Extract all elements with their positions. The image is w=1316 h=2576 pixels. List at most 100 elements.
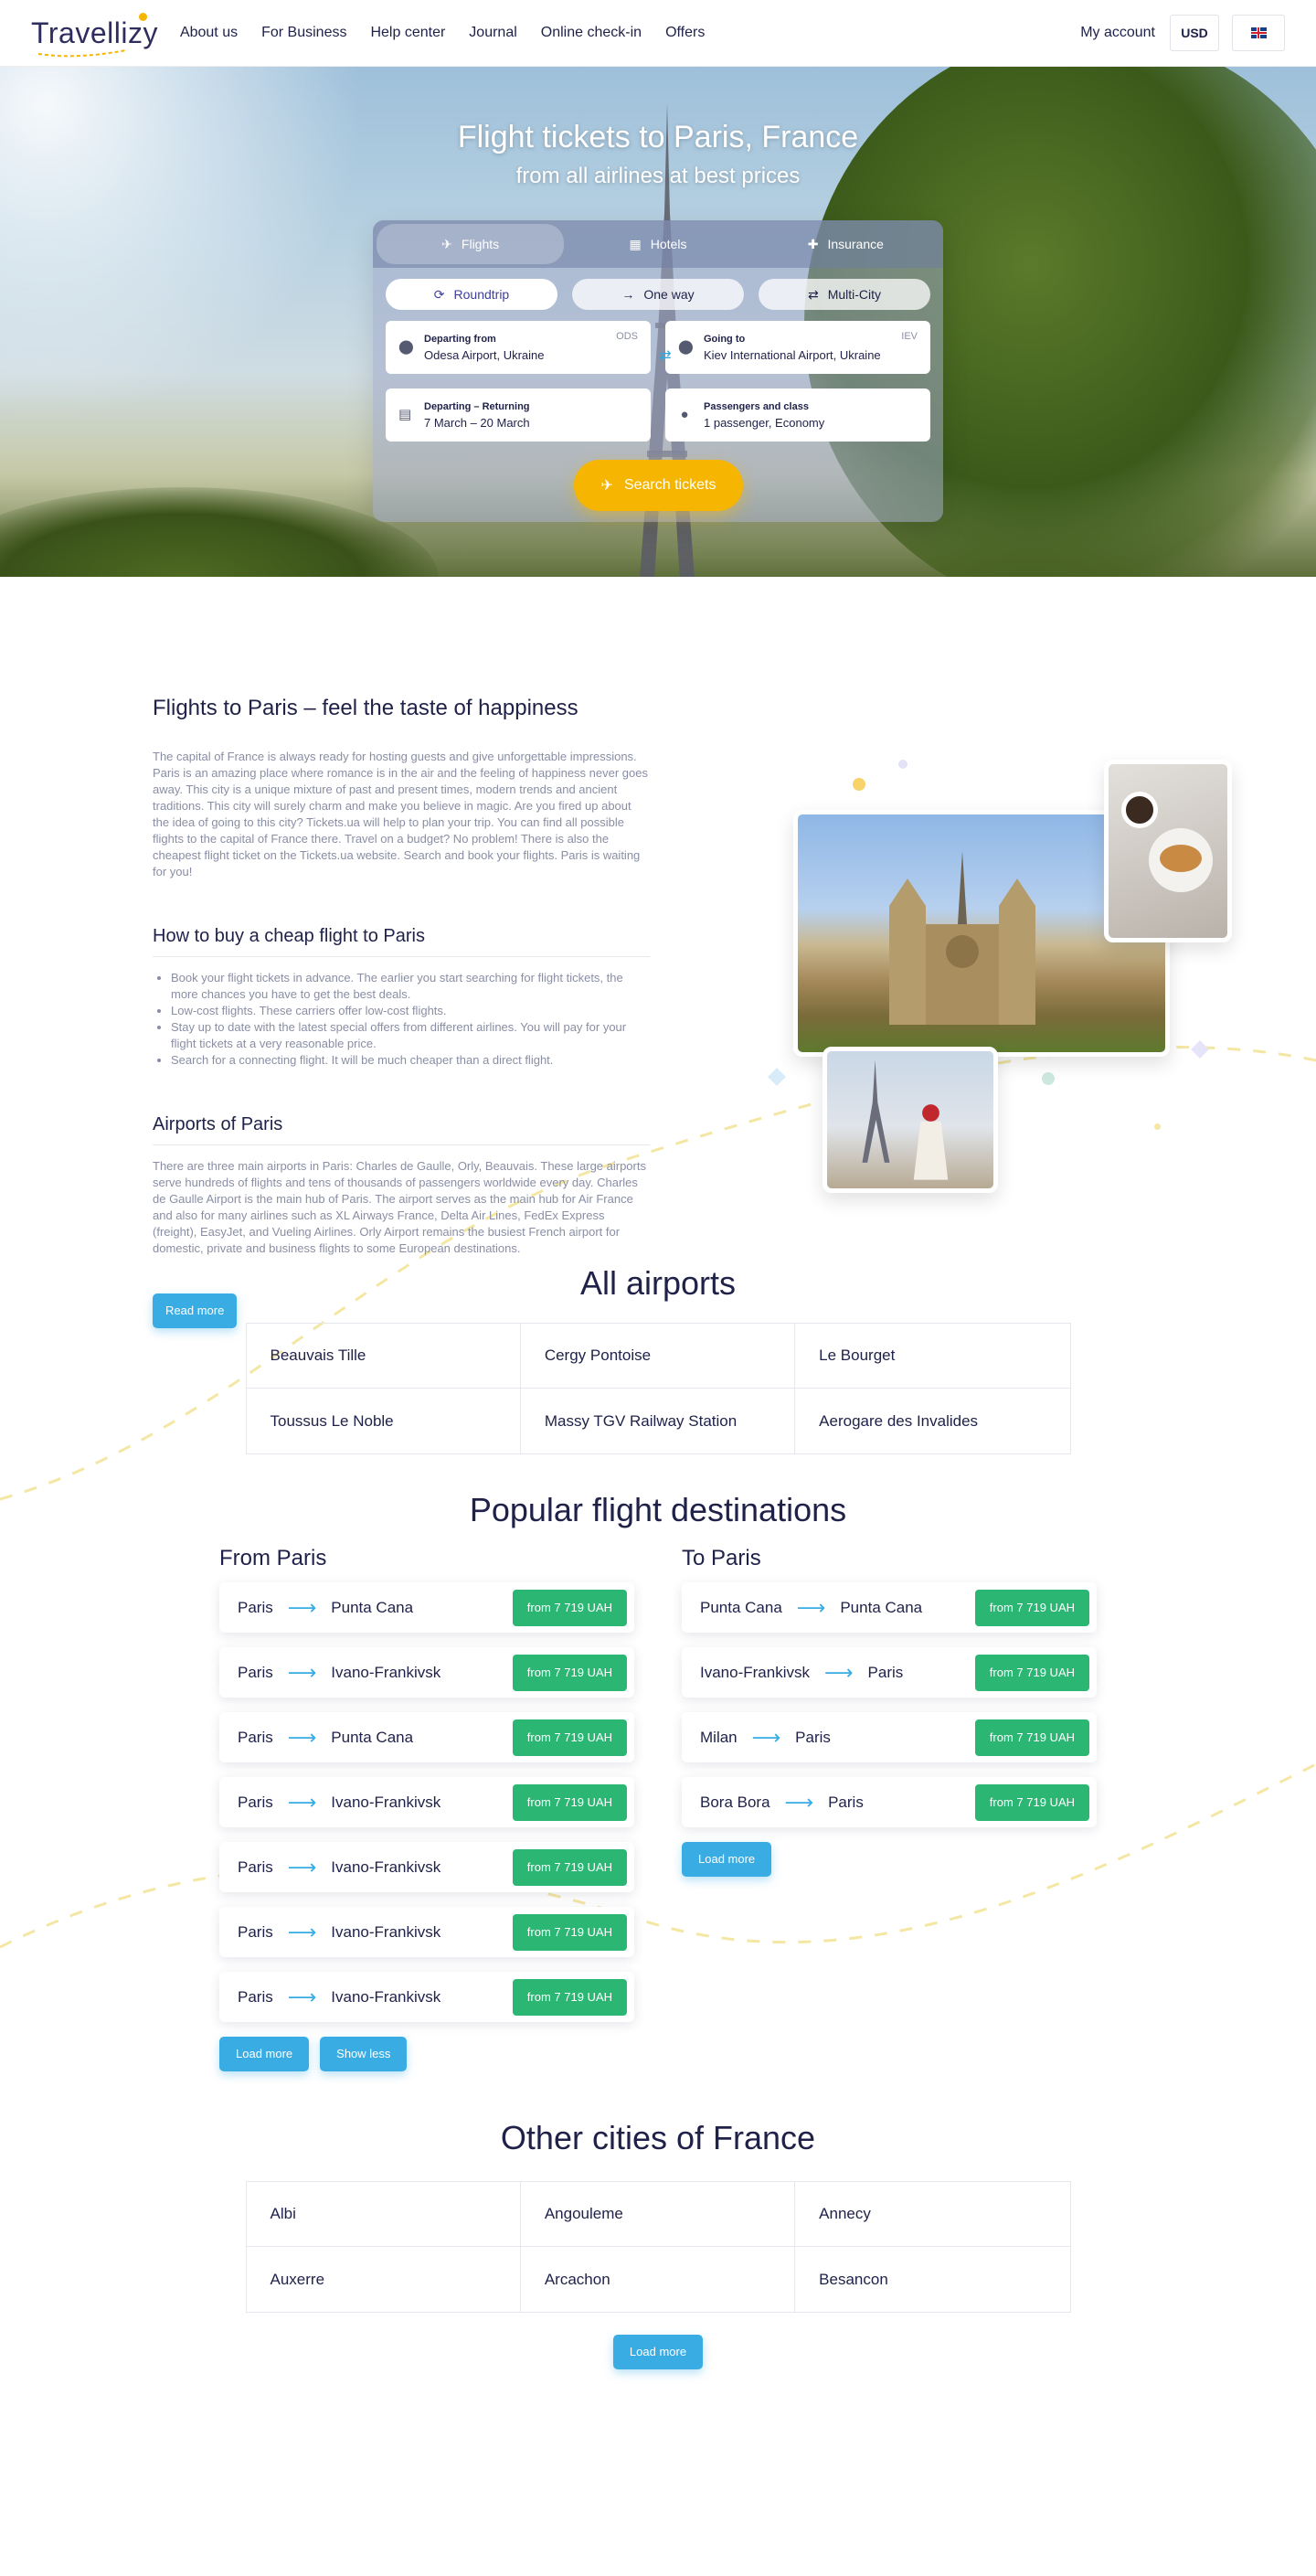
price-button[interactable]: from 7 719 UAH [974,1654,1089,1691]
location-pin-icon: ⬤ [398,339,414,355]
city-link[interactable]: Annecy [795,2182,1070,2247]
load-more-from-button[interactable]: Load more [219,2037,310,2071]
swap-airports-icon[interactable]: ⇄ [656,346,674,365]
price-button[interactable]: from 7 719 UAH [974,1719,1089,1756]
price-button[interactable]: from 7 719 UAH [512,1589,627,1626]
all-airports-title: All airports [579,1264,737,1302]
howto-item: Stay up to date with the latest special … [171,1019,650,1052]
route-card[interactable]: Ivano-Frankivsk ⟶ Paris from 7 719 UAH [682,1647,1097,1698]
load-more-to-button[interactable]: Load more [682,1842,772,1877]
dates-value: 7 March – 20 March [424,415,530,430]
route-card[interactable]: Paris ⟶ Punta Cana from 7 719 UAH [219,1712,634,1762]
route-destination: Paris [795,1728,831,1746]
route-origin: Paris [238,1857,273,1876]
city-link[interactable]: Angouleme [520,2182,796,2247]
price-button[interactable]: from 7 719 UAH [512,1719,627,1756]
price-button[interactable]: from 7 719 UAH [974,1783,1089,1821]
tab-hotels[interactable]: ▦ Hotels [564,224,751,264]
city-link[interactable]: Auxerre [247,2247,521,2312]
tab-flights[interactable]: ✈ Flights [377,224,565,264]
search-tickets-button[interactable]: ✈ Search tickets [574,460,743,511]
city-link[interactable]: Besancon [795,2247,1069,2312]
arrow-right-icon: ⟶ [287,1920,317,1943]
howto-list: Book your flight tickets in advance. The… [153,970,650,1069]
route-origin: Paris [238,1728,273,1746]
arrow-right-icon: ⟶ [287,1855,317,1879]
trip-one-way[interactable]: → One way [572,279,744,310]
price-button[interactable]: from 7 719 UAH [512,1913,627,1951]
trip-multi-city-label: Multi-City [827,287,882,302]
logo-dot [138,12,147,21]
route-card[interactable]: Paris ⟶ Ivano-Frankivsk from 7 719 UAH [219,1842,634,1892]
my-account-link[interactable]: My account [1080,25,1155,41]
trip-multi-city[interactable]: ⇄ Multi-City [759,279,930,310]
arrow-right-icon: ⟶ [796,1595,826,1619]
city-link[interactable]: Arcachon [521,2247,796,2312]
to-paris-column: To Paris Punta Cana ⟶ Punta Cana from 7 719… [682,1546,1097,2071]
airport-link[interactable]: Massy TGV Railway Station [521,1389,796,1453]
airports-grid: Beauvais Tille Cergy Pontoise Le Bourget… [245,1323,1071,1454]
route-destination: Punta Cana [840,1598,923,1616]
arrow-right-icon: ⟶ [287,1595,317,1619]
route-card[interactable]: Paris ⟶ Ivano-Frankivsk from 7 719 UAH [219,1972,634,2022]
going-to-code: IEV [901,331,918,342]
nav-about-us[interactable]: About us [180,25,238,41]
passengers-label: Passengers and class [704,400,809,412]
route-card[interactable]: Paris ⟶ Ivano-Frankivsk from 7 719 UAH [219,1647,634,1698]
city-link[interactable]: Albi [246,2182,521,2247]
route-card[interactable]: Punta Cana ⟶ Punta Cana from 7 719 UAH [682,1582,1097,1633]
swap-arrows-icon: ⇄ [807,286,819,302]
route-card[interactable]: Paris ⟶ Punta Cana from 7 719 UAH [219,1582,634,1633]
show-less-button[interactable]: Show less [320,2037,408,2071]
route-origin: Paris [238,1663,273,1681]
currency-selector[interactable]: USD [1170,15,1219,51]
site-logo[interactable]: Travellizy [31,12,158,57]
airport-link[interactable]: Beauvais Tille [246,1324,521,1389]
passengers-field[interactable]: ● Passengers and class 1 passenger, Econ… [665,389,930,442]
eiffel-tower-girl-photo [822,1047,998,1193]
plane-icon: ✈ [600,478,613,494]
price-button[interactable]: from 7 719 UAH [512,1783,627,1821]
language-selector[interactable] [1232,15,1285,51]
price-button[interactable]: from 7 719 UAH [974,1589,1089,1626]
insurance-icon: ✚ [807,236,819,251]
price-button[interactable]: from 7 719 UAH [512,1848,627,1886]
going-to-value: Kiev International Airport, Ukraine [704,347,881,362]
load-more-cities-button[interactable]: Load more [612,2335,704,2369]
howto-item: Low-cost flights. These carriers offer l… [171,1003,650,1019]
going-to-field[interactable]: ⬤ Going to Kiev International Airport, U… [665,321,930,374]
dates-field[interactable]: ▤ Departing – Returning 7 March – 20 Mar… [386,389,651,442]
route-card[interactable]: Paris ⟶ Ivano-Frankivsk from 7 719 UAH [219,1907,634,1957]
route-origin: Paris [238,1793,273,1811]
cities-grid: Albi Angouleme Annecy Auxerre Arcachon B… [245,2181,1071,2313]
arrow-right-icon: ⟶ [751,1725,781,1749]
nav-help-center[interactable]: Help center [370,25,445,41]
nav-online-check-in[interactable]: Online check-in [541,25,642,41]
route-card[interactable]: Bora Bora ⟶ Paris from 7 719 UAH [682,1777,1097,1827]
airport-link[interactable]: Le Bourget [795,1324,1070,1389]
price-button[interactable]: from 7 719 UAH [512,1654,627,1691]
nav-journal[interactable]: Journal [469,25,516,41]
calendar-icon: ▤ [398,407,412,422]
other-cities-title: Other cities of France [500,2119,816,2156]
nav-offers[interactable]: Offers [665,25,705,41]
refresh-icon: ⟳ [433,286,445,302]
route-origin: Paris [238,1922,273,1941]
nav-for-business[interactable]: For Business [261,25,346,41]
airport-link[interactable]: Toussus Le Noble [247,1389,521,1453]
departing-from-field[interactable]: ⬤ Departing from Odesa Airport, Ukraine … [386,321,651,374]
trip-roundtrip[interactable]: ⟳ Roundtrip [386,279,557,310]
route-destination: Ivano-Frankivsk [331,1793,441,1811]
tab-insurance[interactable]: ✚ Insurance [752,224,939,264]
departing-code: ODS [616,331,638,342]
price-button[interactable]: from 7 719 UAH [512,1978,627,2016]
airport-link[interactable]: Cergy Pontoise [520,1324,796,1389]
trip-one-way-label: One way [643,287,695,302]
from-paris-title: From Paris [219,1546,327,1570]
to-paris-title: To Paris [682,1546,761,1570]
route-card[interactable]: Milan ⟶ Paris from 7 719 UAH [682,1712,1097,1762]
person-icon: ● [680,407,689,422]
route-card[interactable]: Paris ⟶ Ivano-Frankivsk from 7 719 UAH [219,1777,634,1827]
uk-flag-icon [1250,27,1267,38]
airport-link[interactable]: Aerogare des Invalides [795,1389,1069,1453]
